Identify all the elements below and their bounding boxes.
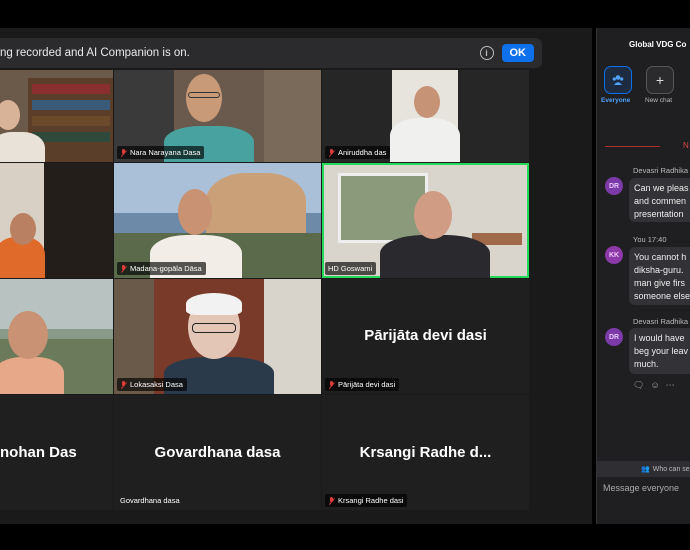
mic-muted-icon (328, 148, 335, 157)
participant-name-display: nohan Das (0, 444, 77, 461)
info-icon[interactable]: i (479, 46, 494, 60)
emoji-reaction-icon[interactable]: ☺ (650, 380, 659, 391)
message-input[interactable] (603, 483, 690, 493)
participant-nameplate: Madana-gopāla Dāsa (117, 262, 206, 275)
reply-icon[interactable]: 🗨 (633, 380, 644, 391)
recording-notification-banner: ng recorded and AI Companion is on. i OK (0, 38, 542, 68)
avatar: DR (605, 177, 623, 195)
message-sender: Devasri Radhika (633, 166, 689, 175)
plus-icon: + (655, 72, 665, 88)
participant-name-display: Govardhana dasa (154, 444, 281, 461)
new-messages-divider (605, 146, 660, 147)
message-actions: 🗨 ☺ ⋯ (633, 380, 675, 391)
new-chat-button[interactable]: + (646, 66, 674, 94)
video-tile-8[interactable]: Lokasaksi Dasa (114, 279, 321, 394)
mic-muted-icon (328, 496, 335, 505)
avatar: KK (605, 246, 623, 264)
mic-muted-icon (120, 264, 127, 273)
top-bar (0, 0, 690, 28)
participant-name-display: Pārijāta devi dasi (364, 327, 487, 344)
participant-nameplate: Lokasaksi Dasa (117, 378, 187, 391)
participant-nameplate: HD Goswami (325, 262, 377, 275)
avatar: DR (605, 328, 623, 346)
banner-text: ng recorded and AI Companion is on. (0, 47, 190, 59)
mic-muted-icon (120, 380, 127, 389)
video-tile-11[interactable]: Govardhana dasa Govardhana dasa (114, 395, 321, 510)
mic-muted-icon (120, 148, 127, 157)
video-tile-1[interactable] (0, 70, 113, 162)
participant-nameplate: Govardhana dasa (120, 496, 180, 505)
everyone-label: Everyone (601, 97, 631, 104)
video-tile-10[interactable]: nohan Das (0, 395, 113, 510)
participant-name-display: Krsangi Radhe d... (359, 444, 492, 461)
video-tile-3[interactable]: Aniruddha das (322, 70, 529, 162)
chat-panel: Global VDG Co + Everyone New chat N DR D… (596, 28, 690, 524)
participant-nameplate: Pārijāta devi dasi (325, 378, 400, 391)
video-tile-6-active-speaker[interactable]: HD Goswami (322, 163, 529, 278)
mic-muted-icon (328, 380, 335, 389)
people-icon: 👥 (641, 466, 650, 473)
everyone-channel-button[interactable] (604, 66, 632, 94)
participant-nameplate: Krsangi Radhe dasi (325, 494, 408, 507)
who-can-see-bar[interactable]: 👥 Who can se (597, 461, 690, 477)
video-tile-12[interactable]: Krsangi Radhe d... Krsangi Radhe dasi (322, 395, 529, 510)
video-tile-5[interactable]: Madana-gopāla Dāsa (114, 163, 321, 278)
video-tile-9[interactable]: Pārijāta devi dasi Pārijāta devi dasi (322, 279, 529, 394)
chat-message[interactable]: You cannot h diksha-guru. man give firs … (629, 247, 690, 305)
new-chat-label: New chat (645, 97, 673, 104)
participant-nameplate: Aniruddha das (325, 146, 391, 159)
participant-nameplate: Nara Narayana Dasa (117, 146, 205, 159)
chat-message[interactable]: Can we pleas and commen presentation (629, 178, 690, 222)
people-icon (612, 75, 624, 85)
video-tile-2[interactable]: Nara Narayana Dasa (114, 70, 321, 162)
message-sender: Devasri Radhika (633, 317, 689, 326)
video-gallery: Nara Narayana Dasa Aniruddha das Madana-… (0, 28, 592, 524)
new-messages-tag: N (683, 141, 689, 150)
message-sender: You 17:40 (633, 235, 667, 244)
video-tile-4[interactable] (0, 163, 113, 278)
ok-button[interactable]: OK (501, 44, 534, 62)
chat-title: Global VDG Co (629, 40, 687, 49)
chat-message[interactable]: I would have beg your leav much. (629, 328, 690, 374)
video-tile-7[interactable] (0, 279, 113, 394)
more-options-icon[interactable]: ⋯ (666, 380, 675, 391)
